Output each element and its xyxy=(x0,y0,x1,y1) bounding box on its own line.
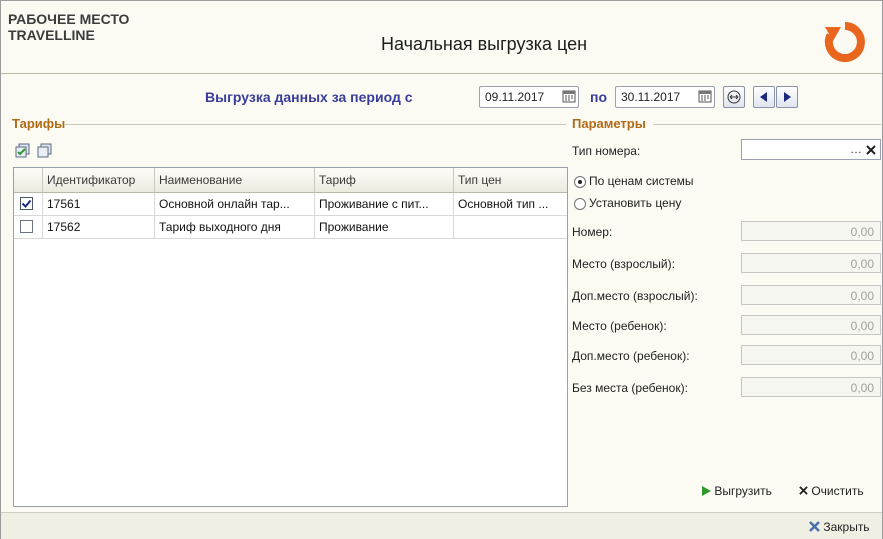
table-row[interactable]: 17561 Основной онлайн тар... Проживание … xyxy=(14,193,567,216)
radio-system-prices-label[interactable]: По ценам системы xyxy=(589,174,694,188)
refresh-icon[interactable] xyxy=(824,21,866,63)
child-place-field[interactable]: 0,00 xyxy=(741,315,881,335)
date-to-field[interactable]: 30.11.2017 xyxy=(615,86,715,108)
upload-button[interactable]: Выгрузить xyxy=(701,484,772,498)
tariffs-table[interactable]: Идентификатор Наименование Тариф Тип цен… xyxy=(13,167,568,507)
uncheck-all-icon[interactable] xyxy=(37,143,53,159)
adult-place-field[interactable]: 0,00 xyxy=(741,253,881,273)
room-price-field[interactable]: 0,00 xyxy=(741,221,881,241)
row-checkbox-checked[interactable] xyxy=(20,197,33,210)
prev-period-button[interactable] xyxy=(753,86,775,108)
column-header-name[interactable]: Наименование xyxy=(155,168,315,192)
field-label: Доп.место (ребенок): xyxy=(572,349,690,363)
footer-bar xyxy=(1,512,882,539)
field-label: Номер: xyxy=(572,225,613,239)
cell-tariff: Проживание xyxy=(315,216,454,238)
table-row[interactable]: 17562 Тариф выходного дня Проживание xyxy=(14,216,567,239)
field-label: Без места (ребенок): xyxy=(572,381,688,395)
close-button[interactable]: Закрыть xyxy=(809,520,870,534)
radio-system-prices[interactable] xyxy=(574,176,586,188)
clear-button-label: Очистить xyxy=(811,484,864,498)
clear-icon[interactable] xyxy=(866,145,876,155)
window: РАБОЧЕЕ МЕСТО TRAVELLINE Начальная выгру… xyxy=(0,0,883,539)
date-to-value: 30.11.2017 xyxy=(621,90,681,104)
tariffs-group-title: Тарифы xyxy=(12,116,66,131)
clear-button[interactable]: Очистить xyxy=(799,484,864,498)
app-name: РАБОЧЕЕ МЕСТО TRAVELLINE xyxy=(8,11,130,43)
field-label: Место (взрослый): xyxy=(572,257,675,271)
row-checkbox-unchecked[interactable] xyxy=(20,220,33,233)
room-type-label: Тип номера: xyxy=(572,144,641,158)
header: РАБОЧЕЕ МЕСТО TRAVELLINE Начальная выгру… xyxy=(1,1,882,74)
calendar-icon[interactable] xyxy=(562,89,576,103)
tariffs-divider xyxy=(65,124,566,125)
table-header: Идентификатор Наименование Тариф Тип цен xyxy=(14,168,567,193)
field-value: 0,00 xyxy=(850,319,874,333)
row-check-cell[interactable] xyxy=(14,193,43,215)
field-label: Место (ребенок): xyxy=(572,319,667,333)
close-button-label: Закрыть xyxy=(823,520,870,534)
radio-set-price[interactable] xyxy=(574,198,586,210)
expand-horizontal-icon xyxy=(727,90,741,104)
close-x-icon xyxy=(809,521,820,532)
child-no-place-field[interactable]: 0,00 xyxy=(741,377,881,397)
ellipsis-icon[interactable]: … xyxy=(850,142,862,156)
params-group-title: Параметры xyxy=(572,116,646,131)
cell-id: 17562 xyxy=(43,216,155,238)
arrow-left-icon xyxy=(760,92,767,102)
params-divider xyxy=(653,124,881,125)
play-icon xyxy=(702,486,711,496)
field-value: 0,00 xyxy=(850,225,874,239)
cell-price-type: Основной тип ... xyxy=(458,197,549,211)
page-title: Начальная выгрузка цен xyxy=(381,34,588,54)
cell-name: Основной онлайн тар... xyxy=(155,193,315,215)
period-label: Выгрузка данных за период с xyxy=(205,89,413,105)
field-label: Доп.место (взрослый): xyxy=(572,289,698,303)
cell-id: 17561 xyxy=(43,193,155,215)
field-value: 0,00 xyxy=(850,289,874,303)
child-extra-place-field[interactable]: 0,00 xyxy=(741,345,881,365)
upload-button-label: Выгрузить xyxy=(714,484,772,498)
column-header-check[interactable] xyxy=(14,168,43,192)
cell-tariff: Проживание с пит... xyxy=(315,193,454,215)
column-header-tariff[interactable]: Тариф xyxy=(315,168,454,192)
next-period-button[interactable] xyxy=(776,86,798,108)
row-check-cell[interactable] xyxy=(14,216,43,238)
period-select-button[interactable] xyxy=(723,86,745,108)
period-to-label: по xyxy=(590,89,608,105)
room-type-field[interactable]: … xyxy=(741,139,881,160)
check-all-icon[interactable] xyxy=(15,143,31,159)
adult-extra-place-field[interactable]: 0,00 xyxy=(741,285,881,305)
radio-set-price-label[interactable]: Установить цену xyxy=(589,196,681,210)
close-icon xyxy=(799,486,808,495)
column-header-id[interactable]: Идентификатор xyxy=(43,168,155,192)
date-from-value: 09.11.2017 xyxy=(485,90,545,104)
arrow-right-icon xyxy=(784,92,791,102)
field-value: 0,00 xyxy=(850,349,874,363)
cell-name: Тариф выходного дня xyxy=(155,216,315,238)
field-value: 0,00 xyxy=(850,381,874,395)
calendar-icon[interactable] xyxy=(698,89,712,103)
column-header-price-type[interactable]: Тип цен xyxy=(454,168,567,192)
cell-price-type xyxy=(454,216,567,238)
field-value: 0,00 xyxy=(850,257,874,271)
date-from-field[interactable]: 09.11.2017 xyxy=(479,86,579,108)
